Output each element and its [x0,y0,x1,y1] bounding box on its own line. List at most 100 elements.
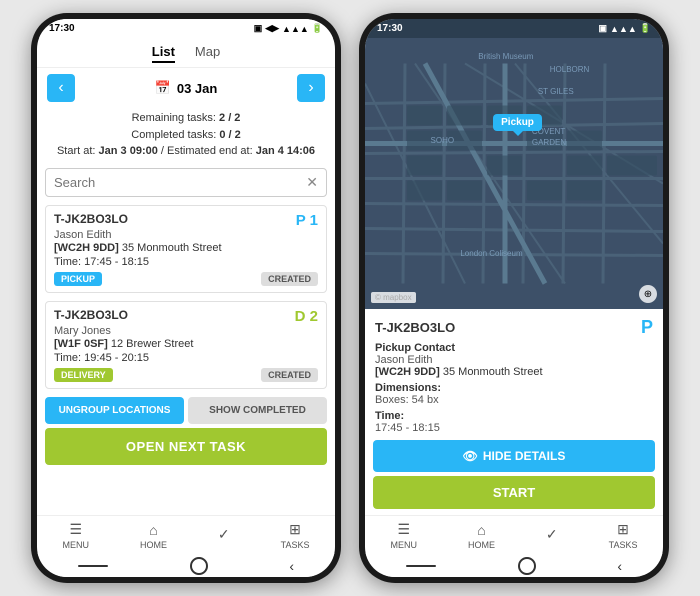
check-icon-left: ✓ [218,526,230,543]
check-icon-right: ✓ [546,526,558,543]
badge-pickup-1: PICKUP [54,272,102,286]
menu-icon-right: ☰ [397,521,410,538]
badge-delivery-2: DELIVERY [54,368,113,382]
bottom-indicator-left [78,565,108,567]
task-badges-1: PICKUP CREATED [54,272,318,286]
map-compass[interactable]: ⊕ [639,285,657,303]
tabs-row: List Map [37,38,335,68]
bottom-nav-left: ☰ MENU ⌂ HOME ✓ ⊞ TASKS [37,515,335,553]
bottom-circle-left [190,557,208,575]
detail-postcode: [WC2H 9DD] [375,366,440,378]
tasks-info: Remaining tasks: 2 / 2 Completed tasks: … [37,108,335,164]
next-date-button[interactable]: › [297,74,325,102]
task-priority-2: D 2 [295,308,318,325]
tab-list[interactable]: List [152,44,175,63]
detail-time-label: Time: [375,410,653,422]
phone-bottom-bar-right: ‹ [365,553,663,577]
date-center: 📅 03 Jan [155,80,218,96]
bottom-chevron-left: ‹ [289,558,294,574]
map-label-soho: SOHO [431,136,455,145]
nav-home-label-right: HOME [468,540,495,550]
detail-priority: P [641,317,653,338]
right-screen: 17:30 ▣ ▲▲▲ 🔋 [365,19,663,577]
detail-time: 17:45 - 18:15 [375,422,653,434]
badge-created-1: CREATED [261,272,318,286]
nav-menu-right[interactable]: ☰ MENU [390,521,417,550]
task-id-1: T-JK2BO3LO [54,212,128,226]
task-id-2: T-JK2BO3LO [54,308,128,322]
pickup-pin[interactable]: Pickup [493,114,542,131]
search-input[interactable] [54,175,306,190]
detail-actions: 👁 HIDE DETAILS START [365,434,663,515]
start-button[interactable]: START [373,476,655,509]
tasks-icon-right: ⊞ [617,521,629,538]
map-label-st-giles: ST GILES [538,87,574,96]
detail-street: 35 Monmouth Street [443,366,543,378]
remaining-tasks: 2 / 2 [219,112,240,124]
map-container[interactable]: British Museum HOLBORN ST GILES SOHO COV… [365,38,663,309]
map-label-british-museum: British Museum [478,52,533,61]
left-screen: 17:30 ▣ ◀▶ ▲▲▲ 🔋 List Map ‹ 📅 03 Jan › R… [37,19,335,577]
date-nav: ‹ 📅 03 Jan › [37,68,335,108]
task-priority-1: P 1 [296,212,318,229]
menu-icon-left: ☰ [69,521,82,538]
right-phone: 17:30 ▣ ▲▲▲ 🔋 [359,13,669,583]
bottom-action-row: UNGROUP LOCATIONS SHOW COMPLETED [45,397,327,424]
mapbox-logo: © mapbox [371,292,416,303]
detail-panel: T-JK2BO3LO P Pickup Contact Jason Edith … [365,309,663,434]
bottom-nav-right: ☰ MENU ⌂ HOME ✓ ⊞ TASKS [365,515,663,553]
detail-address: [WC2H 9DD] 35 Monmouth Street [375,366,653,378]
left-phone: 17:30 ▣ ◀▶ ▲▲▲ 🔋 List Map ‹ 📅 03 Jan › R… [31,13,341,583]
status-icons-right: ▣ ▲▲▲ 🔋 [599,23,651,34]
eye-icon: 👁 [463,449,478,463]
task-name-1: Jason Edith [54,229,318,241]
badge-created-2: CREATED [261,368,318,382]
nav-home-left[interactable]: ⌂ HOME [140,522,167,550]
tasks-icon-left: ⊞ [289,521,301,538]
open-next-task-button[interactable]: OPEN NEXT TASK [45,428,327,465]
show-completed-button[interactable]: SHOW COMPLETED [188,397,327,424]
bottom-indicator-right [406,565,436,567]
map-svg [365,38,663,309]
detail-dimensions-label: Dimensions: [375,382,653,394]
detail-dimensions: Boxes: 54 bx [375,394,653,406]
completed-tasks: 0 / 2 [219,129,240,141]
nav-home-right[interactable]: ⌂ HOME [468,522,495,550]
nav-tasks-left[interactable]: ⊞ TASKS [281,521,310,550]
search-bar[interactable]: ✕ [45,168,327,197]
task-badges-2: DELIVERY CREATED [54,368,318,382]
phone-bottom-bar-left: ‹ [37,553,335,577]
prev-date-button[interactable]: ‹ [47,74,75,102]
nav-menu-label-left: MENU [62,540,89,550]
detail-contact-label: Pickup Contact [375,342,653,354]
task-time-1: Time: 17:45 - 18:15 [54,256,318,268]
current-date: 03 Jan [177,81,217,96]
ungroup-button[interactable]: UNGROUP LOCATIONS [45,397,184,424]
nav-menu-label-right: MENU [390,540,417,550]
map-label-london-coliseum: London Coliseum [460,249,522,258]
task-card-1[interactable]: T-JK2BO3LO P 1 Jason Edith [WC2H 9DD] 35… [45,205,327,293]
detail-contact-name: Jason Edith [375,354,653,366]
bottom-chevron-right: ‹ [617,558,622,574]
nav-check-right[interactable]: ✓ [546,526,558,545]
task-card-2[interactable]: T-JK2BO3LO D 2 Mary Jones [W1F 0SF] 12 B… [45,301,327,389]
tab-map[interactable]: Map [195,44,220,63]
nav-tasks-label-right: TASKS [609,540,638,550]
nav-menu-left[interactable]: ☰ MENU [62,521,89,550]
status-icons-left: ▣ ◀▶ ▲▲▲ 🔋 [254,23,323,34]
task-address-2: [W1F 0SF] 12 Brewer Street [54,338,318,350]
task-postcode-2: [W1F 0SF] [54,338,108,350]
nav-tasks-right[interactable]: ⊞ TASKS [609,521,638,550]
task-time-2: Time: 19:45 - 20:15 [54,352,318,364]
task-name-2: Mary Jones [54,325,318,337]
bottom-circle-right [518,557,536,575]
calendar-icon: 📅 [155,80,171,96]
time-left: 17:30 [49,23,75,34]
hide-details-button[interactable]: 👁 HIDE DETAILS [373,440,655,472]
task-address-1: [WC2H 9DD] 35 Monmouth Street [54,242,318,254]
status-bar-right: 17:30 ▣ ▲▲▲ 🔋 [365,19,663,38]
nav-check-left[interactable]: ✓ [218,526,230,545]
detail-id: T-JK2BO3LO [375,320,455,335]
home-icon-right: ⌂ [477,522,485,538]
clear-search-icon[interactable]: ✕ [306,174,318,191]
